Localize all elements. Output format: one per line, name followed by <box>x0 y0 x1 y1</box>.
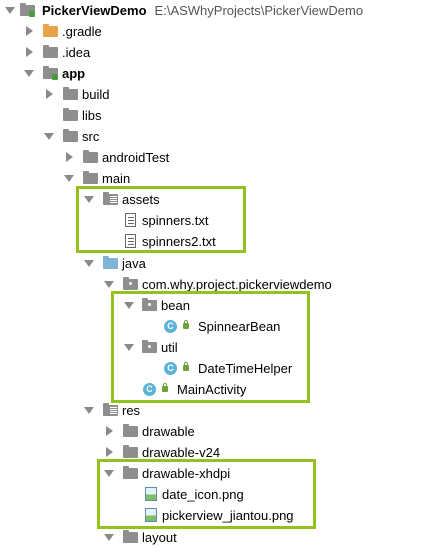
collapse-arrow-icon[interactable] <box>84 260 94 267</box>
folder-icon <box>123 530 138 544</box>
tree-row-libs[interactable]: libs <box>0 105 421 126</box>
java-label: java <box>122 256 146 271</box>
package-icon <box>123 277 138 291</box>
folder-icon <box>43 45 58 59</box>
main-label: main <box>102 171 131 186</box>
source-folder-icon <box>103 256 118 270</box>
collapse-arrow-icon[interactable] <box>64 175 74 182</box>
resource-folder-icon <box>103 403 118 417</box>
collapse-arrow-icon[interactable] <box>104 534 114 541</box>
androidtest-label: androidTest <box>102 150 170 165</box>
build-label: build <box>82 87 110 102</box>
folder-icon <box>123 445 138 459</box>
collapse-arrow-icon[interactable] <box>104 281 114 288</box>
folder-icon <box>63 129 78 143</box>
expand-arrow-icon[interactable] <box>46 89 53 99</box>
layout-label: layout <box>142 530 177 545</box>
tree-row-drawable[interactable]: drawable <box>0 421 421 442</box>
collapse-arrow-icon[interactable] <box>24 70 34 77</box>
tree-row-res[interactable]: res <box>0 400 421 421</box>
tree-row-java[interactable]: java <box>0 253 421 274</box>
folder-icon <box>123 424 138 438</box>
folder-icon <box>63 87 78 101</box>
tree-row-build[interactable]: build <box>0 84 421 105</box>
project-name: PickerViewDemo E:\ASWhyProjects\PickerVie… <box>42 2 363 19</box>
expand-arrow-icon[interactable] <box>66 152 73 162</box>
res-label: res <box>122 403 141 418</box>
collapse-arrow-icon[interactable] <box>5 7 15 14</box>
drawable-label: drawable <box>142 424 195 439</box>
tree-row-gradle[interactable]: .gradle <box>0 21 421 42</box>
tree-row-src[interactable]: src <box>0 126 421 147</box>
expand-arrow-icon[interactable] <box>106 447 113 457</box>
expand-arrow-icon[interactable] <box>106 426 113 436</box>
highlight-box-drawable-xhdpi <box>97 459 316 529</box>
highlight-box-java-classes <box>111 291 310 403</box>
folder-icon <box>43 24 58 38</box>
expand-arrow-icon[interactable] <box>26 26 33 36</box>
libs-label: libs <box>82 108 102 123</box>
expand-arrow-icon[interactable] <box>26 47 33 57</box>
idea-label: .idea <box>62 45 91 60</box>
tree-row-layout[interactable]: layout <box>0 527 421 548</box>
collapse-arrow-icon[interactable] <box>84 407 94 414</box>
module-folder-icon <box>20 3 35 17</box>
src-label: src <box>82 129 100 144</box>
tree-row-androidtest[interactable]: androidTest <box>0 147 421 168</box>
project-path: E:\ASWhyProjects\PickerViewDemo <box>154 3 364 18</box>
folder-icon <box>83 150 98 164</box>
tree-row-project[interactable]: PickerViewDemo E:\ASWhyProjects\PickerVie… <box>0 0 421 21</box>
project-name-text: PickerViewDemo <box>42 3 147 18</box>
app-label: app <box>62 66 86 81</box>
tree-row-idea[interactable]: .idea <box>0 42 421 63</box>
tree-row-app[interactable]: app <box>0 63 421 84</box>
gradle-label: .gradle <box>62 24 102 39</box>
module-folder-icon <box>43 66 58 80</box>
folder-icon <box>63 108 78 122</box>
folder-icon <box>83 171 98 185</box>
highlight-box-assets <box>76 186 246 253</box>
collapse-arrow-icon[interactable] <box>44 133 54 140</box>
